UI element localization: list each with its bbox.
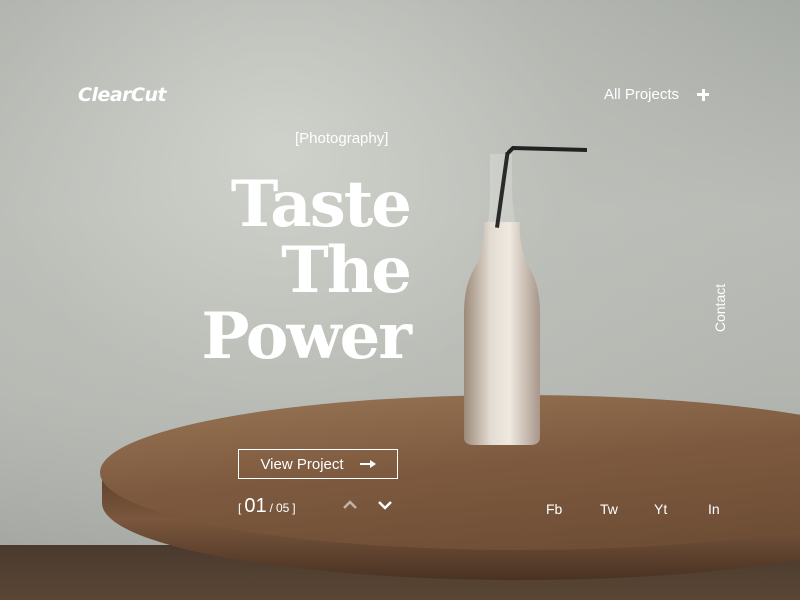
headline-line: The <box>281 233 412 308</box>
brand-logo[interactable]: ClearCut <box>78 84 167 106</box>
headline-line: Power <box>201 299 412 374</box>
contact-link[interactable]: Contact <box>712 278 728 338</box>
social-link-youtube[interactable]: Yt <box>654 501 708 517</box>
straw <box>507 146 587 156</box>
current-slide: 01 <box>244 495 267 517</box>
bracket-close: ] <box>292 501 296 515</box>
category-label: [Photography] <box>295 130 389 147</box>
total-slides: 05 <box>275 501 290 515</box>
chevron-down-icon[interactable] <box>378 500 392 510</box>
social-links: Fb Tw Yt In <box>546 501 762 517</box>
social-link-twitter[interactable]: Tw <box>600 501 654 517</box>
social-link-facebook[interactable]: Fb <box>546 501 600 517</box>
view-project-button[interactable]: View Project <box>238 449 398 479</box>
bracket-open: [ <box>238 501 242 515</box>
hero-headline: Taste The Power <box>160 167 412 374</box>
social-link-instagram[interactable]: In <box>708 501 762 517</box>
plus-icon[interactable] <box>697 88 710 101</box>
counter-separator: / <box>269 501 273 515</box>
slide-counter: [ 01 / 05 ] <box>238 495 296 518</box>
view-project-label: View Project <box>260 455 344 473</box>
arrow-right-icon <box>359 459 376 469</box>
all-projects-link[interactable]: All Projects <box>604 86 710 103</box>
milk-bottle <box>464 152 540 445</box>
chevron-up-icon[interactable] <box>343 500 357 510</box>
headline-line: Taste <box>230 167 412 242</box>
all-projects-label: All Projects <box>604 86 680 103</box>
